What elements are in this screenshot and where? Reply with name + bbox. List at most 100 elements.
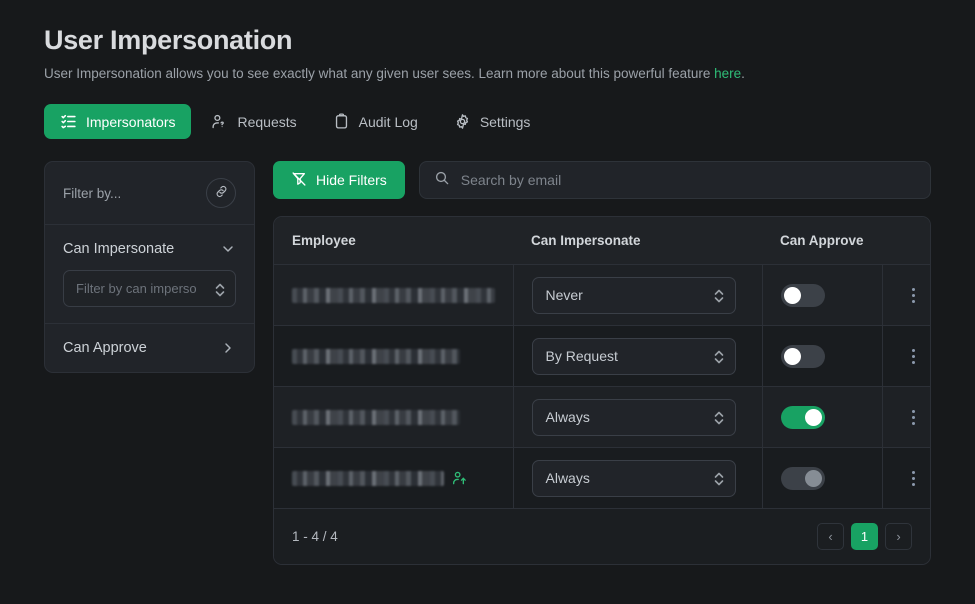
- can-approve-toggle: [780, 466, 825, 490]
- employee-name-redacted: [292, 470, 495, 486]
- subtitle-text-before: User Impersonation allows you to see exa…: [44, 65, 715, 81]
- tab-bar: Impersonators Requests Audit Log Setting…: [44, 104, 931, 140]
- kebab-menu-icon[interactable]: [901, 343, 927, 369]
- impersonators-table: Employee Can Impersonate Can Approve Nev…: [274, 217, 930, 510]
- filter-section-label: Can Impersonate: [63, 241, 175, 258]
- table-area: Hide Filters Search by email Employee Ca…: [273, 161, 931, 566]
- cell-actions: [882, 447, 930, 510]
- can-impersonate-value: By Request: [545, 348, 618, 365]
- tab-label: Audit Log: [358, 113, 418, 130]
- filter-can-approve-toggle[interactable]: Can Approve: [63, 340, 236, 356]
- table-row: By Request: [274, 325, 930, 388]
- can-impersonate-select[interactable]: Always: [531, 398, 736, 436]
- kebab-menu-icon[interactable]: [901, 282, 927, 308]
- table-header-row: Employee Can Impersonate Can Approve: [274, 217, 930, 266]
- filter-panel: Filter by... Can Impersonate Filter by c…: [44, 161, 255, 374]
- cell-can-approve: [762, 264, 883, 327]
- column-header-actions: [882, 217, 930, 266]
- result-count: 1 - 4 / 4: [292, 529, 338, 545]
- kebab-menu-icon[interactable]: [901, 465, 927, 491]
- content-area: Filter by... Can Impersonate Filter by c…: [44, 161, 931, 566]
- filter-select-placeholder: Filter by can impersonate: [76, 281, 196, 297]
- filter-link-button[interactable]: [206, 178, 236, 209]
- can-impersonate-select[interactable]: By Request: [531, 337, 736, 375]
- filter-section-label: Can Approve: [63, 340, 147, 357]
- search-input[interactable]: Search by email: [418, 161, 931, 200]
- impersonators-table-card: Employee Can Impersonate Can Approve Nev…: [273, 216, 931, 566]
- table-row: Never: [274, 264, 930, 327]
- cell-can-impersonate: By Request: [513, 325, 763, 388]
- page-title: User Impersonation: [44, 25, 293, 55]
- cell-can-impersonate: Always: [513, 386, 763, 449]
- toggle-knob: [804, 408, 822, 426]
- cell-actions: [882, 264, 930, 327]
- cell-actions: [882, 325, 930, 388]
- tab-impersonators[interactable]: Impersonators: [44, 104, 192, 140]
- clipboard-icon: [333, 113, 350, 130]
- redaction-block: [292, 470, 444, 486]
- filter-by-section: Filter by...: [45, 162, 254, 224]
- search-icon: [434, 170, 450, 191]
- cell-employee: [274, 325, 514, 388]
- select-stepper-icon: [713, 470, 725, 486]
- filter-by-label: Filter by...: [63, 185, 122, 201]
- learn-more-link[interactable]: here: [714, 66, 741, 81]
- select-stepper-icon: [713, 287, 725, 303]
- toolbar: Hide Filters Search by email: [273, 161, 931, 200]
- redaction-block: [292, 348, 460, 364]
- can-impersonate-select[interactable]: Never: [531, 276, 736, 314]
- filter-off-icon: [291, 171, 307, 190]
- table-row: Always: [274, 447, 930, 510]
- can-impersonate-select[interactable]: Always: [531, 459, 736, 497]
- can-impersonate-value: Never: [545, 287, 583, 304]
- redaction-block: [292, 409, 460, 425]
- can-approve-toggle[interactable]: [780, 283, 825, 307]
- hide-filters-button[interactable]: Hide Filters: [273, 161, 405, 200]
- tab-settings[interactable]: Settings: [438, 104, 547, 139]
- hide-filters-label: Hide Filters: [316, 172, 387, 189]
- table-footer: 1 - 4 / 4 ‹ 1 ›: [274, 509, 930, 565]
- table-body: Never By Request Always Always: [274, 264, 930, 510]
- chevron-right-icon: [220, 340, 236, 356]
- filter-section-can-impersonate: Can Impersonate Filter by can impersonat…: [45, 224, 254, 323]
- user-impersonation-page: User Impersonation User Impersonation al…: [0, 0, 975, 604]
- cell-actions: [882, 386, 930, 449]
- filter-can-impersonate-toggle[interactable]: Can Impersonate: [63, 241, 236, 257]
- table-header: Employee Can Impersonate Can Approve: [274, 217, 930, 266]
- cell-can-impersonate: Always: [513, 447, 763, 510]
- search-placeholder: Search by email: [460, 172, 562, 189]
- pagination-page-1[interactable]: 1: [851, 523, 878, 551]
- table-row: Always: [274, 386, 930, 449]
- toggle-knob: [804, 469, 822, 487]
- tab-audit-log[interactable]: Audit Log: [317, 104, 434, 139]
- cell-employee: [274, 447, 514, 510]
- can-approve-toggle[interactable]: [780, 405, 825, 429]
- list-check-icon: [60, 113, 77, 130]
- column-header-can-approve: Can Approve: [762, 217, 882, 266]
- can-impersonate-value: Always: [545, 409, 590, 426]
- toggle-knob: [783, 286, 801, 304]
- employee-name-redacted: [292, 409, 495, 425]
- toggle-knob: [783, 347, 801, 365]
- cell-can-approve: [762, 447, 883, 510]
- column-header-can-impersonate: Can Impersonate: [513, 217, 762, 266]
- subtitle-text-after: .: [741, 65, 745, 81]
- cell-can-approve: [762, 386, 883, 449]
- tab-requests[interactable]: Requests: [195, 104, 312, 139]
- filter-can-impersonate-select[interactable]: Filter by can impersonate: [63, 270, 236, 308]
- cell-employee: [274, 264, 514, 327]
- person-add-icon: [452, 470, 468, 486]
- gear-icon: [454, 113, 471, 130]
- pagination-next-button[interactable]: ›: [885, 523, 912, 551]
- page-subtitle: User Impersonation allows you to see exa…: [44, 65, 931, 83]
- kebab-menu-icon[interactable]: [901, 404, 927, 430]
- cell-employee: [274, 386, 514, 449]
- tab-label: Requests: [237, 113, 297, 130]
- column-header-employee: Employee: [274, 217, 513, 266]
- employee-name-redacted: [292, 287, 495, 303]
- pagination-prev-button[interactable]: ‹: [817, 523, 844, 551]
- cell-can-approve: [762, 325, 883, 388]
- can-approve-toggle[interactable]: [780, 344, 825, 368]
- select-stepper-icon: [713, 409, 725, 425]
- filter-section-can-approve: Can Approve: [45, 323, 254, 372]
